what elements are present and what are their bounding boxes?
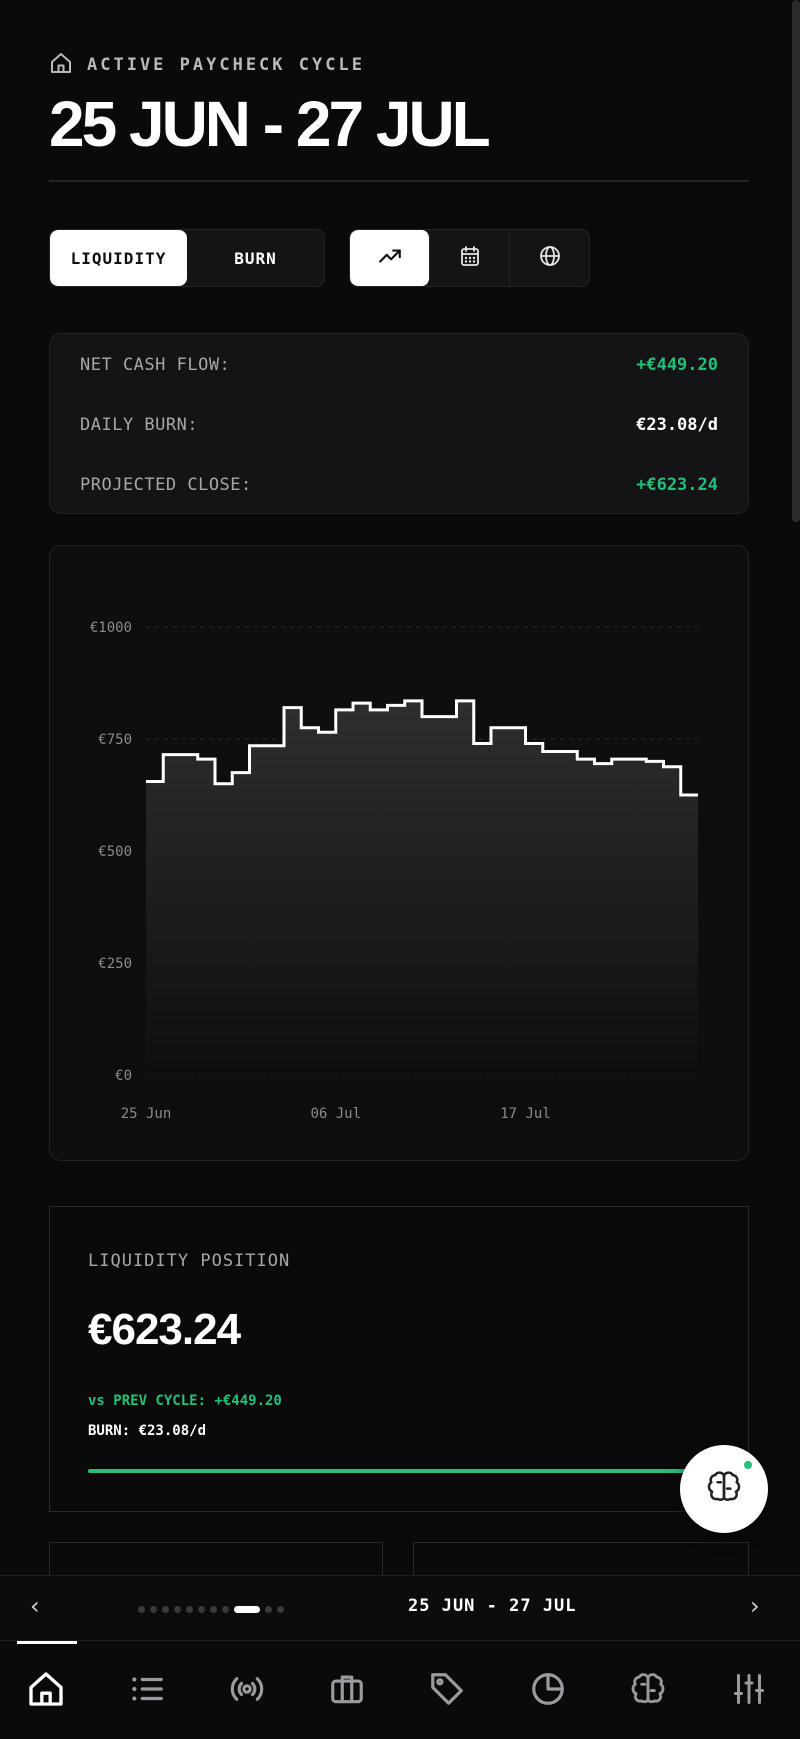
pie-chart-icon: [529, 1670, 567, 1713]
cycle-label: 25 JUN - 27 JUL: [408, 1596, 577, 1616]
cycle-dot[interactable]: [222, 1606, 229, 1613]
home-icon: [26, 1669, 66, 1714]
cycle-dot[interactable]: [150, 1606, 157, 1613]
ai-assistant-button[interactable]: [680, 1445, 768, 1533]
stat-daily-burn: DAILY BURN: €23.08/d: [80, 395, 718, 455]
notification-dot: [742, 1459, 754, 1471]
brain-icon: [705, 1468, 743, 1511]
chart-area-fill: [146, 700, 698, 1075]
cycle-eyebrow: ACTIVE PAYCHECK CYCLE: [49, 50, 749, 80]
cycle-dot[interactable]: [138, 1606, 145, 1613]
broadcast-icon: [228, 1670, 266, 1713]
y-tick-label: €1000: [90, 620, 132, 636]
tab-list[interactable]: [125, 1669, 169, 1713]
chevron-right-icon[interactable]: ›: [750, 1594, 760, 1618]
stat-label: PROJECTED CLOSE:: [80, 475, 252, 495]
y-tick-label: €750: [98, 732, 132, 748]
calendar-icon: [458, 244, 482, 273]
stat-projected-close: PROJECTED CLOSE: +€623.24: [80, 455, 718, 515]
cycle-dot[interactable]: [277, 1606, 284, 1613]
cycle-dots: [138, 1606, 284, 1613]
burn-rate: BURN: €23.08/d: [88, 1423, 207, 1439]
brain-icon: [629, 1670, 667, 1713]
tag-icon: [428, 1670, 466, 1713]
bottom-tab-bar: [0, 1641, 800, 1739]
stat-value: +€449.20: [636, 355, 718, 375]
summary-stats: NET CASH FLOW: +€449.20 DAILY BURN: €23.…: [49, 333, 749, 514]
stat-value: +€623.24: [636, 475, 718, 495]
sliders-icon: [731, 1671, 767, 1712]
list-icon: [128, 1670, 166, 1713]
cycle-navigator: ‹ 25 JUN - 27 JUL ›: [0, 1575, 800, 1641]
trend-view-button[interactable]: [350, 230, 430, 286]
vs-prev-cycle: vs PREV CYCLE: +€449.20: [88, 1393, 282, 1409]
mode-toggle: LIQUIDITY BURN: [49, 229, 325, 287]
cycle-dot[interactable]: [186, 1606, 193, 1613]
y-tick-label: €500: [98, 844, 132, 860]
tab-briefcase[interactable]: [325, 1669, 369, 1713]
y-tick-label: €0: [115, 1068, 132, 1084]
tab-reports[interactable]: [526, 1669, 570, 1713]
chevron-left-icon[interactable]: ‹: [30, 1594, 40, 1618]
stat-value: €23.08/d: [636, 415, 718, 435]
tab-tag[interactable]: [425, 1669, 469, 1713]
cycle-dot[interactable]: [174, 1606, 181, 1613]
eyebrow-label: ACTIVE PAYCHECK CYCLE: [87, 55, 365, 75]
x-tick-label: 06 Jul: [310, 1106, 361, 1122]
y-tick-label: €250: [98, 956, 132, 972]
cycle-dot[interactable]: [265, 1606, 272, 1613]
liquidity-tab[interactable]: LIQUIDITY: [50, 230, 187, 286]
trend-icon: [377, 243, 403, 274]
scrollbar[interactable]: [792, 0, 800, 522]
liquidity-progress-bar: [88, 1469, 712, 1473]
calendar-view-button[interactable]: [430, 230, 510, 286]
liquidity-position-label: LIQUIDITY POSITION: [88, 1251, 291, 1271]
stat-label: NET CASH FLOW:: [80, 355, 231, 375]
stat-net-cash-flow: NET CASH FLOW: +€449.20: [80, 335, 718, 395]
stat-label: DAILY BURN:: [80, 415, 199, 435]
briefcase-icon: [328, 1670, 366, 1713]
x-tick-label: 25 Jun: [121, 1106, 172, 1122]
active-tab-indicator: [17, 1641, 77, 1644]
burn-tab[interactable]: BURN: [187, 230, 324, 286]
globe-icon: [538, 244, 562, 273]
cycle-dot[interactable]: [210, 1606, 217, 1613]
liquidity-position-value: €623.24: [88, 1305, 241, 1354]
view-toggle: [349, 229, 590, 287]
x-tick-label: 17 Jul: [500, 1106, 551, 1122]
cycle-dot-active[interactable]: [234, 1606, 260, 1613]
liquidity-chart-svg: €1000 €750 €500 €250 €0 25 Jun 06 Jul 17 Jul: [90, 620, 698, 1122]
cycle-dot[interactable]: [162, 1606, 169, 1613]
tab-insights[interactable]: [626, 1669, 670, 1713]
cycle-dot[interactable]: [198, 1606, 205, 1613]
page-header: ACTIVE PAYCHECK CYCLE 25 JUN - 27 JUL: [49, 50, 749, 156]
liquidity-position-card: LIQUIDITY POSITION €623.24 vs PREV CYCLE…: [49, 1206, 749, 1512]
liquidity-chart: €1000 €750 €500 €250 €0 25 Jun 06 Jul 17 Jul: [49, 545, 749, 1161]
divider: [49, 180, 749, 182]
tab-settings[interactable]: [727, 1669, 771, 1713]
tab-broadcast[interactable]: [225, 1669, 269, 1713]
home-icon: [49, 51, 73, 80]
globe-view-button[interactable]: [510, 230, 589, 286]
page-title: 25 JUN - 27 JUL: [49, 88, 491, 160]
tab-home[interactable]: [24, 1669, 68, 1713]
